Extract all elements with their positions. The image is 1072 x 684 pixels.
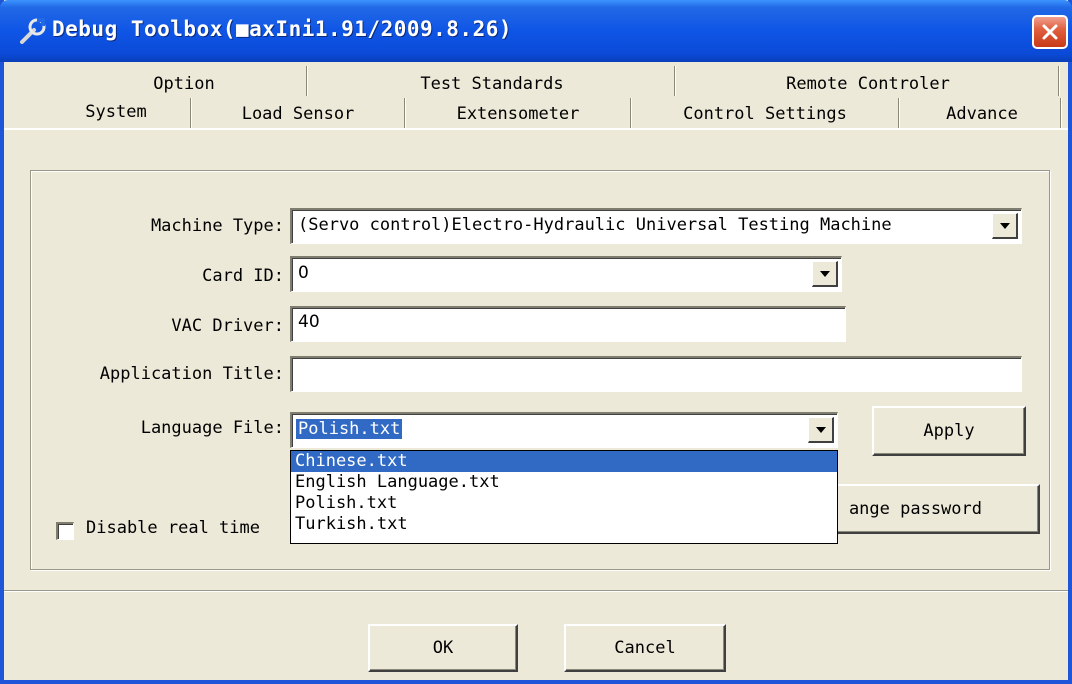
ok-button[interactable]: OK xyxy=(368,624,518,672)
footer-divider xyxy=(4,590,1068,592)
language-file-dropdown-button[interactable] xyxy=(808,417,834,443)
close-icon xyxy=(1042,24,1058,40)
debug-toolbox-window: Debug Toolbox(■axIni1.91/2009.8.26) Opti… xyxy=(0,0,1072,684)
apply-label: Apply xyxy=(923,421,975,441)
tab-divider xyxy=(190,98,192,128)
tab-label: Option xyxy=(153,74,215,94)
tab-divider xyxy=(1058,66,1060,96)
tab-control-settings[interactable]: Control Settings xyxy=(634,98,896,130)
tab-divider xyxy=(1060,98,1062,128)
tab-divider xyxy=(306,66,308,96)
tab-label: Load Sensor xyxy=(241,104,355,124)
cancel-button[interactable]: Cancel xyxy=(564,624,726,672)
tab-label: System xyxy=(85,102,147,122)
ok-label: OK xyxy=(432,638,454,658)
language-file-select[interactable]: Polish.txt xyxy=(290,412,838,448)
chevron-down-icon xyxy=(999,222,1010,229)
card-id-label: Card ID: xyxy=(202,266,284,286)
tab-label: Extensometer xyxy=(456,104,580,124)
tab-system[interactable]: System xyxy=(44,96,188,128)
tab-test-standards[interactable]: Test Standards xyxy=(310,68,674,100)
application-title-input[interactable] xyxy=(290,356,1022,392)
language-file-label: Language File: xyxy=(140,418,284,438)
close-button[interactable] xyxy=(1032,15,1068,49)
machine-type-select[interactable]: (Servo control)Electro-Hydraulic Univers… xyxy=(290,208,1022,244)
machine-type-dropdown-button[interactable] xyxy=(992,213,1018,239)
machine-type-label: Machine Type: xyxy=(150,216,284,236)
tab-label: Control Settings xyxy=(683,104,847,124)
language-file-value: Polish.txt xyxy=(296,419,403,439)
tab-divider xyxy=(630,98,632,128)
language-option[interactable]: Polish.txt xyxy=(291,493,837,514)
change-password-label: ange password xyxy=(848,499,982,519)
language-option[interactable]: English Language.txt xyxy=(291,472,837,493)
card-id-select[interactable]: 0 xyxy=(290,256,842,292)
language-option[interactable]: Turkish.txt xyxy=(291,514,837,535)
tab-remote-controler[interactable]: Remote Controler xyxy=(678,68,1058,100)
apply-button[interactable]: Apply xyxy=(872,406,1026,456)
title-bar[interactable]: Debug Toolbox(■axIni1.91/2009.8.26) xyxy=(0,0,1072,62)
tab-advance[interactable]: Advance xyxy=(902,98,1062,130)
disable-realtime-checkbox[interactable] xyxy=(56,522,74,540)
tab-extensometer[interactable]: Extensometer xyxy=(408,98,628,130)
language-option[interactable]: Chinese.txt xyxy=(291,451,837,472)
disable-realtime-label: Disable real time xyxy=(86,518,260,538)
tab-divider xyxy=(898,98,900,128)
language-file-dropdown-list[interactable]: Chinese.txt English Language.txt Polish.… xyxy=(290,450,838,544)
tab-divider xyxy=(674,66,676,96)
tab-label: Advance xyxy=(946,104,1018,124)
chevron-down-icon xyxy=(819,270,830,277)
chevron-down-icon xyxy=(815,426,826,433)
card-id-value: 0 xyxy=(298,263,309,283)
vac-driver-input[interactable]: 40 xyxy=(290,306,846,342)
tab-divider xyxy=(404,98,406,128)
tab-label: Test Standards xyxy=(420,74,564,94)
cancel-label: Cancel xyxy=(614,638,676,658)
tab-load-sensor[interactable]: Load Sensor xyxy=(194,98,402,130)
card-id-dropdown-button[interactable] xyxy=(812,261,838,287)
wrench-icon xyxy=(20,18,46,44)
window-title: Debug Toolbox(■axIni1.91/2009.8.26) xyxy=(52,17,513,41)
machine-type-value: (Servo control)Electro-Hydraulic Univers… xyxy=(298,215,892,235)
vac-driver-label: VAC Driver: xyxy=(171,316,284,336)
tab-label: Remote Controler xyxy=(786,74,950,94)
application-title-label: Application Title: xyxy=(99,364,284,384)
